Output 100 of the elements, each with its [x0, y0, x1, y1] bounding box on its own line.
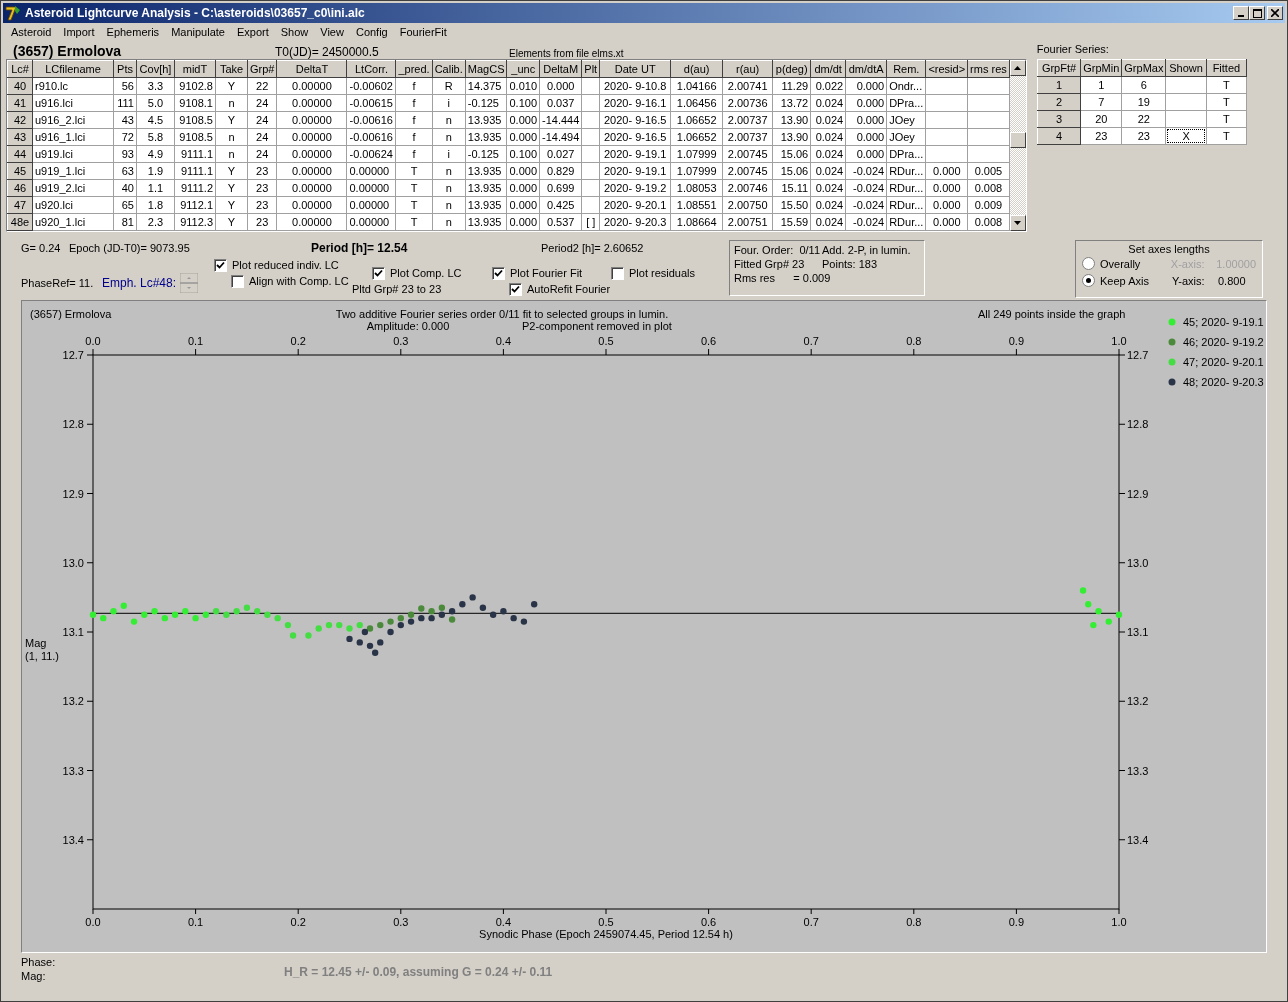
axis-tick-label: 0.2: [290, 335, 306, 347]
table-cell: Y: [215, 213, 248, 231]
axis-tick-label: 13.0: [1127, 556, 1149, 569]
column-header[interactable]: Cov[h]: [136, 60, 175, 78]
menu-item[interactable]: Manipulate: [165, 26, 231, 38]
column-header[interactable]: d(au): [670, 60, 723, 78]
column-header[interactable]: GrpMax: [1121, 59, 1166, 77]
table-cell: 0.00000: [276, 179, 347, 197]
column-header[interactable]: Date UT: [599, 60, 671, 78]
table-cell: 15.11: [772, 179, 811, 197]
table-cell: -0.024: [845, 162, 887, 180]
table-cell: 63: [113, 162, 137, 180]
column-header[interactable]: dm/dt: [810, 60, 846, 78]
column-header[interactable]: Fitted: [1206, 59, 1247, 77]
table-cell: u920_1.lci: [32, 213, 114, 231]
column-header[interactable]: rms res: [967, 60, 1010, 78]
column-header[interactable]: Calib.: [432, 60, 466, 78]
checkbox[interactable]: Plot Fourier Fit: [492, 265, 611, 281]
menu-item[interactable]: Export: [230, 26, 275, 38]
fit-info-text: Add. 2-P, in lumin.: [822, 244, 912, 256]
menu-item[interactable]: Asteroid: [5, 26, 58, 38]
column-header[interactable]: Grp#: [247, 60, 277, 78]
column-header[interactable]: Take: [215, 60, 248, 78]
table-cell: i: [432, 94, 466, 112]
column-header[interactable]: DeltaM: [539, 60, 582, 78]
table-cell: 2020- 9-20.3: [599, 213, 671, 231]
column-header[interactable]: midT: [174, 60, 216, 78]
column-header[interactable]: Lc#: [7, 60, 33, 78]
radio-button[interactable]: Overally: [1082, 257, 1171, 270]
checkbox[interactable]: Plot reduced indiv. LC: [214, 257, 372, 273]
table-cell: RDur...: [886, 196, 926, 214]
checkbox[interactable]: AutoRefit Fourier: [509, 281, 611, 297]
column-header[interactable]: MagCS: [465, 60, 507, 78]
table-cell: Y: [215, 111, 248, 129]
table-cell: 2.3: [136, 213, 175, 231]
column-header[interactable]: GrpMin: [1080, 59, 1122, 77]
table-cell: 24: [247, 145, 277, 163]
column-header[interactable]: Shown: [1165, 59, 1207, 77]
table-cell: 0.000: [507, 196, 540, 214]
menu-item[interactable]: Config: [349, 26, 394, 38]
table-cell: 4.9: [136, 145, 175, 163]
checkbox[interactable]: Plot residuals: [611, 265, 696, 281]
column-header[interactable]: LCfilename: [32, 60, 114, 78]
column-header[interactable]: DeltaT: [276, 60, 347, 78]
table-cell: Y: [215, 162, 248, 180]
column-header[interactable]: GrpFt#: [1037, 59, 1081, 77]
column-header[interactable]: Rem.: [886, 60, 926, 78]
table-cell: 5.8: [136, 128, 175, 146]
table-cell: n: [432, 162, 466, 180]
table-cell: 0.000: [507, 179, 540, 197]
axis-tick-label: 0.4: [495, 335, 512, 347]
axis-tick-label: 0.3: [393, 335, 409, 347]
menu-item[interactable]: FourierFit: [393, 26, 453, 38]
table-cell: 81: [113, 213, 137, 231]
table-cell: -0.024: [845, 196, 887, 214]
table-cell: 6: [1121, 76, 1166, 94]
column-header[interactable]: LtCorr.: [346, 60, 396, 78]
table-cell: n: [432, 196, 466, 214]
table-cell: T: [1206, 93, 1247, 111]
table-cell: 0.00000: [276, 94, 347, 112]
column-header[interactable]: p(deg): [772, 60, 811, 78]
table-cell: 2.00751: [722, 213, 773, 231]
axis-tick-label: 0.8: [906, 916, 922, 928]
table-cell: 9112.1: [174, 196, 216, 214]
phase-readout-label: Phase:: [21, 955, 57, 969]
table-cell: 2.00741: [722, 77, 773, 95]
menu-item[interactable]: Show: [274, 26, 315, 38]
table-cell: 1.06652: [670, 128, 723, 146]
radio-button[interactable]: Keep Axis: [1082, 274, 1172, 287]
amplitude-label: Amplitude: 0.000: [366, 320, 450, 332]
table-cell: 2.00745: [722, 162, 773, 180]
table-cell: u916_2.lci: [32, 111, 114, 129]
column-header[interactable]: _unc: [507, 60, 540, 78]
menu-item[interactable]: Import: [57, 26, 101, 38]
table-cell: 13.90: [772, 128, 811, 146]
table-cell: f: [395, 128, 433, 146]
table-cell: 1.8: [136, 196, 175, 214]
menu-item[interactable]: View: [314, 26, 350, 38]
fit-info-text: Four. Order: 0/11: [734, 244, 821, 256]
column-header[interactable]: dm/dtA: [845, 60, 887, 78]
checkbox[interactable]: Plot Comp. LC: [372, 265, 492, 281]
table-cell: 0.024: [810, 111, 846, 129]
plotted-groups-label: Pltd Grp# 23 to 23: [352, 283, 443, 295]
table-cell: -0.024: [845, 213, 887, 231]
axis-tick-label: 1.0: [1111, 916, 1127, 928]
table-cell: -0.00616: [346, 128, 396, 146]
table-cell: 14.375: [465, 77, 507, 95]
window-title: Asteroid Lightcurve Analysis - C:\asteroids\03657_c0\ini.alc: [25, 6, 366, 20]
table-cell: 0.000: [845, 94, 887, 112]
plot-object-label: (3657) Ermolova: [30, 308, 112, 320]
column-header[interactable]: <resid>: [925, 60, 968, 78]
column-header[interactable]: _pred.: [395, 60, 433, 78]
panel-title: Set axes lengths: [1127, 243, 1211, 255]
table-cell: 1.07999: [670, 162, 723, 180]
column-header[interactable]: r(au): [722, 60, 773, 78]
table-cell: 2020- 9-20.1: [599, 196, 671, 214]
table-cell: R: [432, 77, 466, 95]
menu-item[interactable]: Ephemeris: [100, 26, 166, 38]
table-cell: T: [1206, 76, 1247, 94]
column-header[interactable]: Pts: [113, 60, 137, 78]
